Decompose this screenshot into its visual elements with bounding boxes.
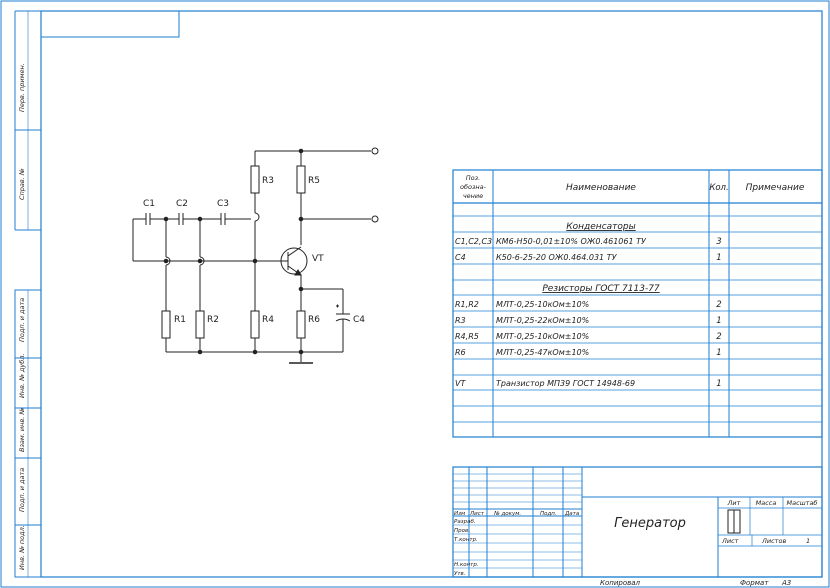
label-r5: R5 [308, 176, 320, 186]
label-vzam-inv: Взам. инв. № [18, 408, 26, 452]
header-pos-line3: чение [463, 192, 483, 200]
row-qty: 3 [716, 237, 721, 247]
label-inv-podl: Инв. № подл. [18, 525, 26, 570]
tb-list: Лист [469, 511, 485, 517]
row-name: К50-6-25-20 ОЖ0.464.031 ТУ [496, 253, 618, 262]
label-r6: R6 [308, 315, 320, 325]
row-name: МЛТ-0,25-10кОм±10% [496, 332, 589, 341]
label-podp-data-1: Подп. и дата [18, 298, 26, 342]
footer: Копировал Формат А3 [600, 579, 791, 587]
label-vt: VT [312, 254, 324, 264]
row-qty: 2 [716, 332, 721, 342]
row-pos: C1,C2,C3 [455, 237, 492, 246]
label-r4: R4 [262, 315, 274, 325]
sheet-frame [0, 0, 830, 588]
row-qty: 1 [716, 253, 721, 263]
row-name: МЛТ-0,25-10кОм±10% [496, 300, 589, 309]
header-pos-line1: Поз. [466, 174, 480, 182]
tb-doc-no: № докум. [493, 511, 521, 517]
label-sprav-no: Справ. № [18, 168, 26, 200]
label-r2: R2 [207, 315, 219, 325]
label-r1: R1 [174, 315, 186, 325]
header-name: Наименование [566, 183, 636, 193]
tb-n-kontr: Н.контр. [454, 562, 479, 568]
row-name: КМ6-Н50-0,01±10% ОЖ0.461061 ТУ [496, 237, 647, 246]
parts-list-table: Поз. обозна- чение Наименование Кол. При… [452, 169, 823, 438]
tb-listov: Листов [761, 537, 786, 545]
label-c4: C4 [353, 315, 365, 325]
label-inv-dubl: Инв. № дубл. [18, 354, 26, 398]
label-c3: C3 [217, 199, 229, 209]
header-pos-line2: обозна- [460, 183, 487, 191]
footer-format: Формат [740, 579, 769, 587]
tb-izm: Изм [454, 511, 465, 517]
drawing-title: Генератор [614, 516, 686, 531]
row-pos: VT [455, 379, 466, 388]
left-strip: Перв. примен. Справ. № Подп. и дата Инв.… [14, 10, 42, 578]
row-name: МЛТ-0,25-22кОм±10% [496, 316, 589, 325]
row-name: МЛТ-0,25-47кОм±10% [496, 348, 589, 357]
footer-format-value: А3 [781, 579, 791, 587]
label-c2: C2 [176, 199, 188, 209]
row-qty: 1 [716, 316, 721, 326]
tb-listov-value: 1 [806, 537, 810, 545]
header-qty: Кол. [709, 183, 728, 193]
schematic [132, 147, 379, 364]
row-pos: R3 [455, 316, 466, 325]
tb-data: Дата [564, 511, 580, 517]
title-block: Изм Лист № докум. Подп. Дата Разраб. Про… [452, 466, 823, 578]
row-pos: R4,R5 [455, 332, 479, 341]
row-pos: R1,R2 [455, 300, 479, 309]
drawing-sheet: Перв. примен. Справ. № Подп. и дата Инв.… [0, 0, 830, 588]
tb-razrab: Разраб. [454, 519, 476, 525]
section-capacitors: Конденсаторы [566, 222, 635, 232]
label-perv-primen: Перв. примен. [18, 63, 26, 112]
tb-list2: Лист [721, 537, 739, 545]
row-name: Транзистор МП39 ГОСТ 14948-69 [496, 379, 635, 388]
row-qty: 1 [716, 379, 721, 389]
tb-utv: Утв. [454, 571, 466, 577]
row-qty: 2 [716, 300, 721, 310]
row-qty: 1 [716, 348, 721, 358]
tb-masshtab: Масштаб [787, 499, 818, 507]
row-pos: C4 [455, 253, 466, 262]
label-podp-data-2: Подп. и дата [18, 468, 26, 512]
row-pos: R6 [455, 348, 466, 357]
tb-podp: Подп. [540, 511, 557, 517]
tb-t-kontr: Т.контр. [454, 537, 478, 543]
schematic-labels: C1 C2 C3 R3 R5 VT R1 R2 R4 R6 C4 [143, 176, 365, 325]
header-note: Примечание [746, 183, 805, 193]
label-r3: R3 [262, 176, 274, 186]
tb-lit: Лит [727, 499, 741, 507]
tb-massa: Масса [756, 499, 777, 507]
tb-prov: Пров. [454, 528, 470, 534]
label-c1: C1 [143, 199, 155, 209]
section-resistors: Резисторы ГОСТ 7113-77 [542, 284, 660, 294]
footer-kopiroval: Копировал [600, 579, 641, 587]
